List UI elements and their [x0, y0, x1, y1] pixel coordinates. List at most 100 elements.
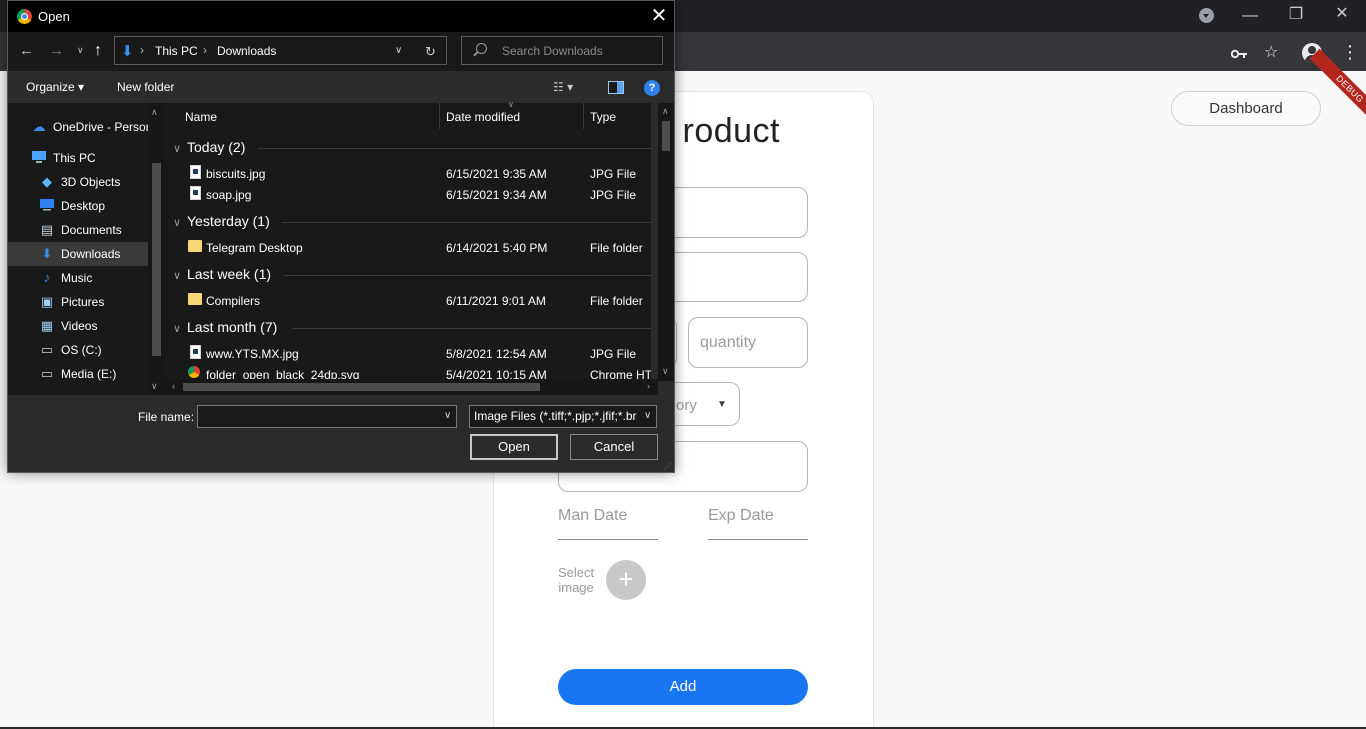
group-divider [283, 275, 651, 276]
filter-dropdown-icon[interactable]: ∨ [644, 410, 651, 421]
group-header-last-month[interactable]: ∨ Last month (7) [173, 319, 277, 335]
menu-icon[interactable]: ⋮ [1341, 42, 1359, 63]
file-type: Chrome HTM [590, 368, 651, 379]
chrome-logo-icon [17, 9, 32, 24]
cancel-button[interactable]: Cancel [570, 434, 658, 460]
file-date: 5/4/2021 10:15 AM [446, 368, 547, 379]
help-icon[interactable]: ? [644, 80, 660, 96]
nav-item-videos[interactable]: ▦ Videos [8, 314, 148, 338]
close-icon[interactable]: ✕ [1330, 6, 1354, 22]
scroll-up-icon[interactable]: ∧ [151, 107, 158, 118]
recent-locations-icon[interactable]: ∨ [77, 45, 84, 56]
group-header-today[interactable]: ∨ Today (2) [173, 139, 245, 155]
open-button[interactable]: Open [470, 434, 558, 460]
refresh-icon[interactable]: ↻ [425, 44, 436, 60]
scroll-down-icon[interactable]: ∨ [151, 381, 158, 392]
nav-item-media-e[interactable]: ▭ Media (E:) [8, 362, 148, 386]
file-name-input[interactable] [197, 405, 457, 428]
file-row[interactable]: Telegram Desktop 6/14/2021 5:40 PM File … [178, 237, 650, 258]
column-header-name[interactable]: Name [185, 110, 217, 124]
file-type: File folder [590, 241, 643, 255]
nav-item-music[interactable]: ♪ Music [8, 266, 148, 290]
file-row[interactable]: folder_open_black_24dp.svg 5/4/2021 10:1… [178, 364, 651, 379]
folder-icon [188, 240, 202, 252]
address-history-icon[interactable]: ∨ [395, 45, 402, 56]
key-icon[interactable] [1230, 46, 1247, 59]
group-header-last-week[interactable]: ∨ Last week (1) [173, 266, 271, 282]
navigation-pane[interactable]: ☁ OneDrive - Persor This PC ◆ 3D Objects… [8, 103, 166, 395]
preview-pane-icon[interactable] [608, 81, 624, 94]
nav-item-label: 3D Objects [61, 175, 121, 189]
man-date-field[interactable]: Man Date [558, 505, 658, 540]
file-name-dropdown-icon[interactable]: ∨ [444, 410, 451, 421]
horizontal-scrollbar-thumb[interactable] [183, 383, 540, 391]
file-type-filter-select[interactable]: Image Files (*.tiff;*.pjp;*.jfif;*.br [469, 405, 657, 428]
breadcrumb-separator: › [140, 43, 144, 57]
group-label: Last month (7) [187, 319, 278, 335]
breadcrumb-downloads[interactable]: Downloads [217, 44, 276, 58]
scroll-left-icon[interactable]: ‹ [172, 381, 175, 391]
search-input[interactable]: Search Downloads [461, 36, 663, 65]
group-label: Today (2) [187, 139, 246, 155]
dialog-close-button[interactable]: ✕ [646, 5, 672, 27]
minimize-icon[interactable]: — [1238, 8, 1262, 24]
nav-item-documents[interactable]: ▤ Documents [8, 218, 148, 242]
file-row[interactable]: Compilers 6/11/2021 9:01 AM File folder [178, 290, 650, 311]
back-arrow-icon[interactable]: ← [19, 42, 34, 59]
dashboard-button[interactable]: Dashboard [1171, 91, 1321, 126]
dialog-command-bar [8, 71, 674, 103]
nav-item-onedrive[interactable]: ☁ OneDrive - Persor [8, 115, 150, 139]
scroll-up-icon[interactable]: ∧ [662, 106, 669, 117]
file-row-clip: folder_open_black_24dp.svg 5/4/2021 10:1… [165, 364, 651, 379]
download-icon: ⬇ [41, 246, 53, 261]
quantity-field[interactable]: quantity [688, 317, 808, 368]
change-view-icon[interactable]: ☷ ▾ [553, 80, 573, 94]
new-folder-button[interactable]: New folder [117, 80, 174, 94]
downloads-icon: ⬇ [121, 43, 134, 60]
exp-date-field[interactable]: Exp Date [708, 505, 808, 540]
file-name: Compilers [206, 294, 261, 308]
resize-grip-icon[interactable]: ⋰ [664, 462, 672, 471]
forward-arrow-icon[interactable]: → [49, 42, 64, 59]
group-divider [282, 222, 651, 223]
column-divider[interactable] [583, 103, 584, 129]
file-name: Telegram Desktop [206, 241, 303, 255]
nav-scrollbar[interactable]: ∧ ∨ [148, 103, 165, 395]
nav-item-desktop[interactable]: Desktop [8, 194, 148, 218]
tab-search-icon[interactable] [1199, 8, 1214, 23]
nav-scrollbar-thumb[interactable] [152, 163, 161, 356]
add-button[interactable]: Add [558, 669, 808, 705]
restore-icon[interactable]: ❐ [1284, 7, 1308, 23]
nav-item-pictures[interactable]: ▣ Pictures [8, 290, 148, 314]
chrome-file-icon [188, 366, 200, 378]
breadcrumb-this-pc[interactable]: This PC [155, 44, 198, 58]
nav-item-downloads[interactable]: ⬇ Downloads [8, 242, 148, 266]
nav-item-this-pc[interactable]: This PC [8, 146, 148, 170]
address-bar[interactable]: ⬇ › This PC › Downloads ∨ [114, 36, 447, 65]
nav-item-3d-objects[interactable]: ◆ 3D Objects [8, 170, 148, 194]
column-divider[interactable] [439, 103, 440, 129]
bookmark-star-icon[interactable]: ☆ [1264, 42, 1278, 62]
file-name: folder_open_black_24dp.svg [206, 368, 360, 379]
file-name-label: File name: [138, 410, 195, 424]
column-header-type[interactable]: Type [590, 110, 616, 124]
scroll-down-icon[interactable]: ∨ [662, 366, 669, 377]
pictures-icon: ▣ [40, 294, 54, 309]
computer-icon [31, 150, 47, 166]
nav-item-label: Documents [61, 223, 122, 237]
file-row[interactable]: www.YTS.MX.jpg 5/8/2021 12:54 AM JPG Fil… [178, 343, 650, 364]
file-list-scrollbar-thumb[interactable] [662, 121, 670, 151]
sort-indicator-icon: ∨ [508, 100, 514, 109]
file-row[interactable]: biscuits.jpg 6/15/2021 9:35 AM JPG File [178, 163, 650, 184]
organize-menu[interactable]: Organize ▾ [26, 80, 84, 94]
plus-icon: + [618, 564, 634, 594]
group-header-yesterday[interactable]: ∨ Yesterday (1) [173, 213, 270, 229]
file-row[interactable]: soap.jpg 6/15/2021 9:34 AM JPG File [178, 184, 650, 205]
file-list-horizontal-scrollbar[interactable]: ‹ › [165, 379, 658, 395]
scroll-right-icon[interactable]: › [647, 381, 650, 391]
column-header-date[interactable]: Date modified [446, 110, 520, 124]
add-image-button[interactable]: + [606, 560, 646, 600]
file-list-vertical-scrollbar[interactable]: ∧ ∨ [658, 103, 674, 381]
up-arrow-icon[interactable]: ↑ [94, 42, 102, 60]
nav-item-os-c[interactable]: ▭ OS (C:) [8, 338, 148, 362]
